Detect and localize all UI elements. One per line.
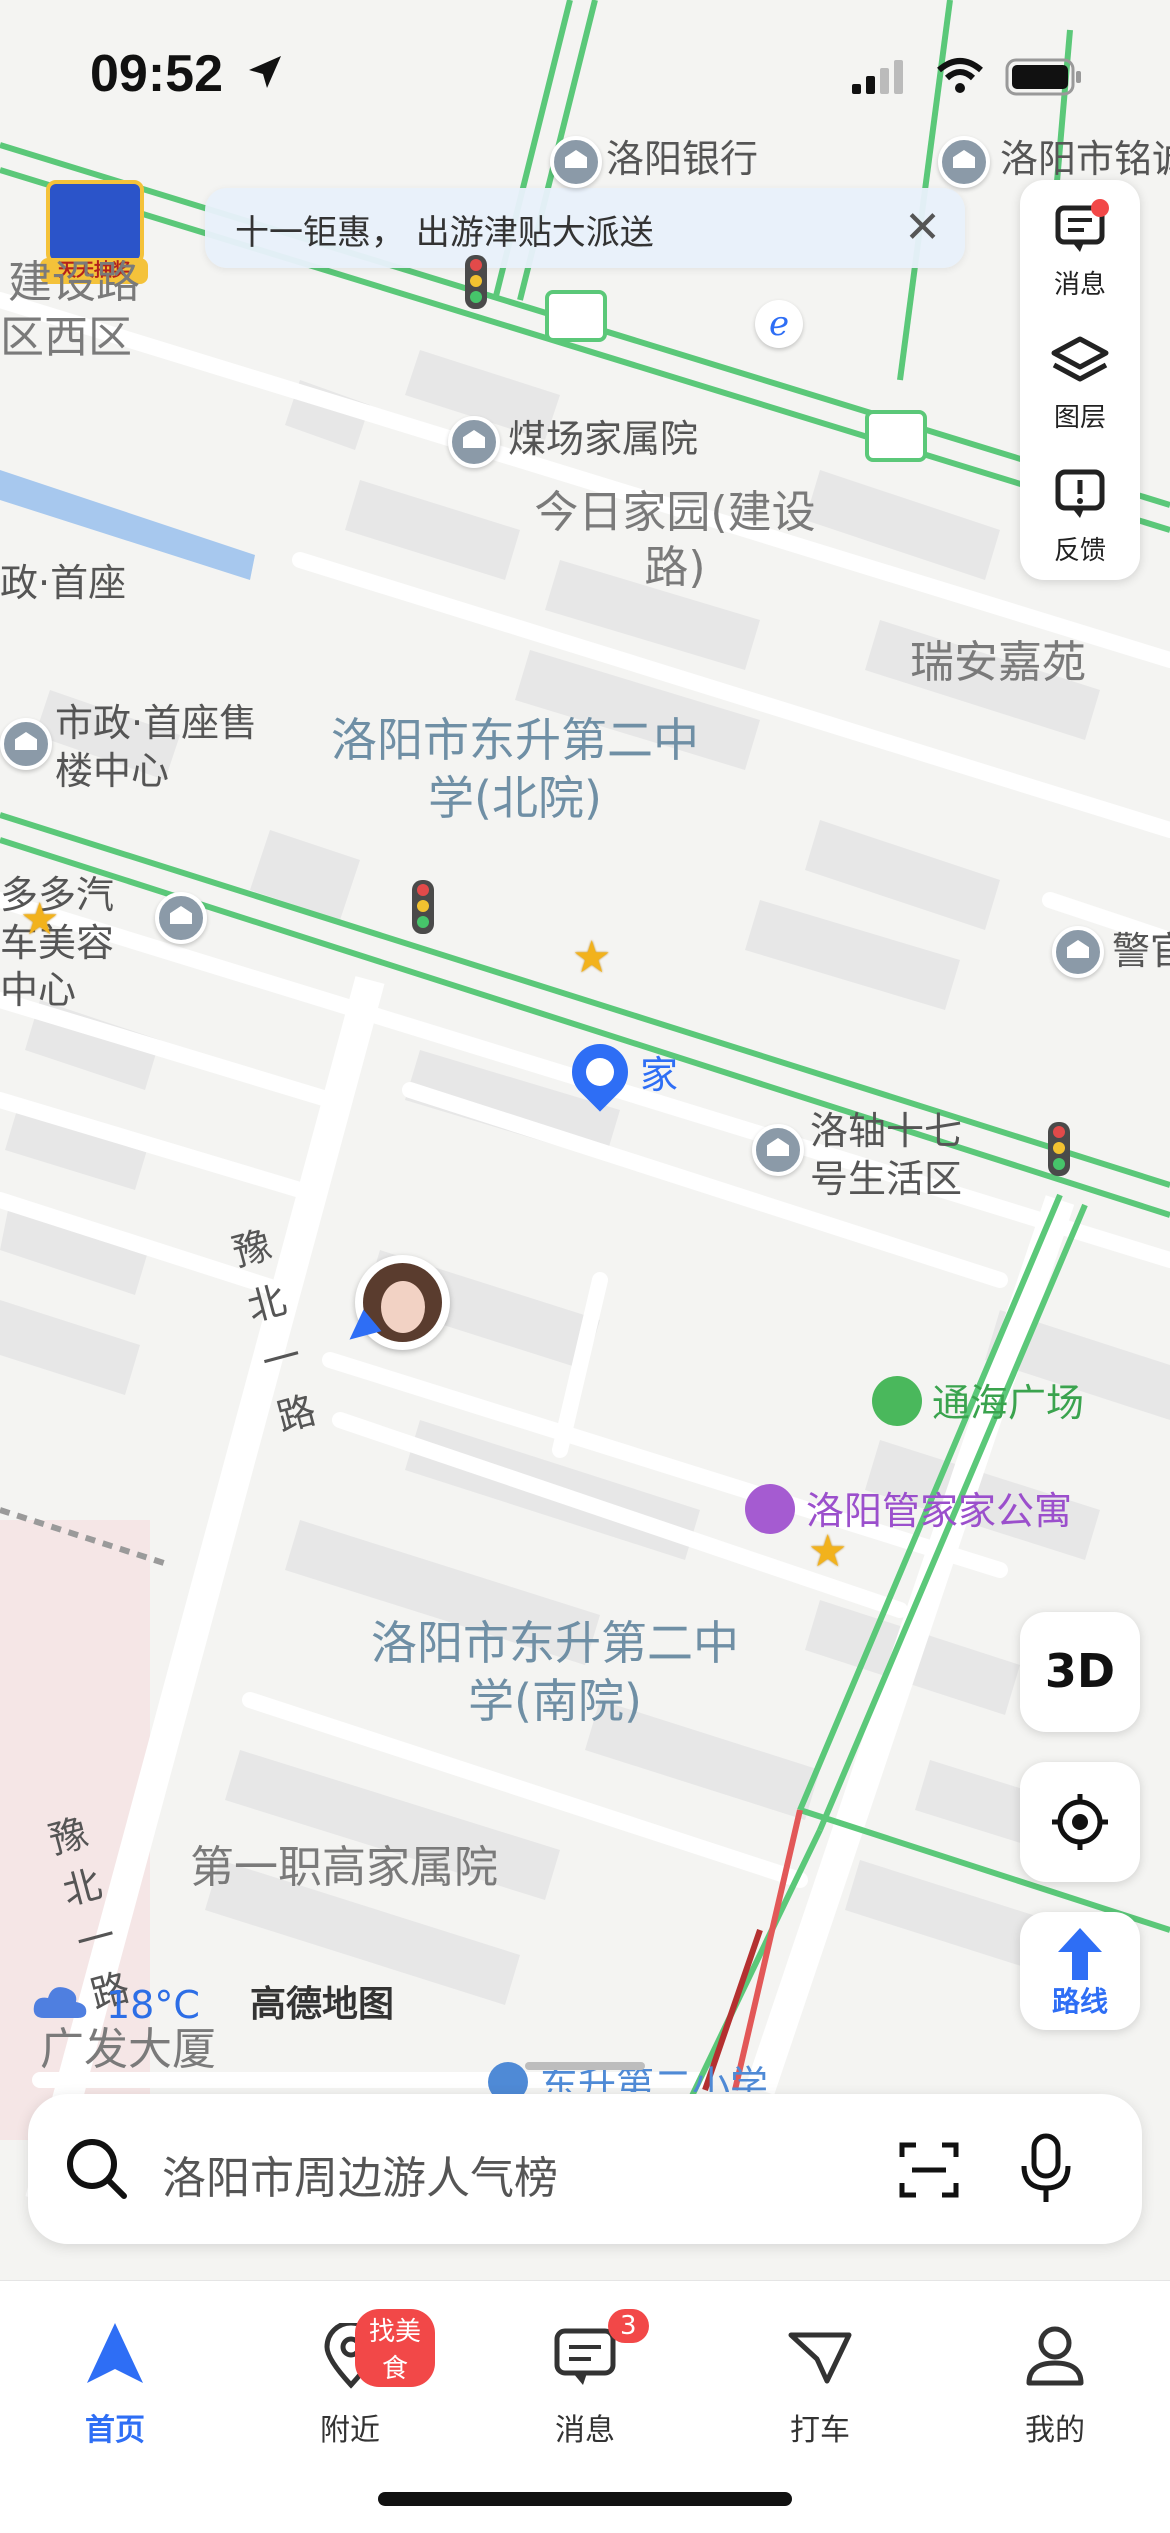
feedback-icon [1055, 469, 1105, 518]
poi-luozhou-17[interactable]: 洛轴十七号生活区 [810, 1108, 980, 1203]
taxi-icon [788, 2332, 852, 2384]
telecom-poi-icon[interactable]: ℯ [755, 300, 803, 348]
wifi-icon [937, 58, 983, 93]
scan-icon[interactable] [898, 2139, 960, 2201]
tab-nearby-label: 附近 [320, 2413, 380, 2448]
residence-poi-icon[interactable] [0, 718, 52, 770]
poi-tonghai[interactable]: 通海广场 [932, 1380, 1084, 1428]
layers-label: 图层 [1053, 403, 1106, 433]
amap-brand: 高德地图 [250, 1984, 395, 2025]
tab-home-label: 首页 [85, 2413, 145, 2448]
messages-label: 消息 [1053, 270, 1106, 300]
messages-button[interactable]: 消息 [1020, 180, 1140, 310]
poi-home[interactable]: 家 [640, 1052, 678, 1100]
area-xiqu: 区西区 [0, 312, 132, 363]
status-bar: 09:52 [0, 0, 1170, 150]
search-input[interactable]: 洛阳市周边游人气榜 [162, 2142, 558, 2206]
promo-banner[interactable]: 十一钜惠， 出游津贴大派送 ✕ [205, 188, 965, 268]
tab-profile[interactable]: 我的 [970, 2301, 1140, 2451]
locate-button[interactable] [1020, 1762, 1140, 1882]
locate-crosshair-icon [1052, 1794, 1108, 1850]
favorite-star-icon[interactable]: ★ [808, 1530, 847, 1574]
area-zhigao: 第一职高家属院 [190, 1842, 498, 1893]
message-icon [554, 2328, 616, 2385]
route-arrow-icon [1058, 1928, 1102, 1980]
bus-stop-icon[interactable] [865, 410, 927, 462]
side-tool-panel: 消息 图层 反馈 [1020, 180, 1140, 580]
messages-badge: 3 [608, 2309, 649, 2343]
traffic-light-icon [465, 255, 487, 309]
layers-icon [1051, 336, 1109, 382]
search-bar[interactable]: 洛阳市周边游人气榜 [28, 2094, 1142, 2244]
poi-jing[interactable]: 警官 [1112, 928, 1170, 976]
battery-icon [1005, 58, 1081, 96]
area-ruian: 瑞安嘉苑 [910, 637, 1086, 688]
3d-button[interactable]: 3D [1020, 1612, 1140, 1732]
cloud-icon [33, 1987, 87, 2018]
home-indicator[interactable] [378, 2492, 792, 2506]
poi-luoyang-bank[interactable]: 洛阳银行 [606, 136, 758, 184]
message-icon [1055, 199, 1109, 252]
favorite-star-icon[interactable]: ★ [572, 936, 611, 980]
hotel-poi-icon[interactable] [745, 1484, 795, 1534]
favorite-star-icon[interactable]: ★ [20, 898, 59, 942]
tab-taxi-label: 打车 [790, 2413, 850, 2448]
navigation-arrow-icon [87, 2323, 143, 2383]
location-arrow-icon [249, 56, 281, 88]
tab-messages-label: 消息 [555, 2413, 615, 2448]
poi-meichang[interactable]: 煤场家属院 [508, 416, 698, 464]
car-poi-icon[interactable] [155, 892, 207, 944]
user-icon [1026, 2326, 1084, 2386]
tab-messages[interactable]: 3 消息 [500, 2301, 670, 2451]
feedback-label: 反馈 [1053, 536, 1106, 566]
area-school-south: 洛阳市东升第二中学(南院) [371, 1616, 739, 1728]
bank-poi-icon[interactable] [550, 136, 602, 188]
area-jinri-home: 今日家园(建设路) [534, 487, 816, 593]
microphone-icon[interactable] [1018, 2132, 1074, 2208]
promo-banner-text: 十一钜惠， 出游津贴大派送 [235, 213, 654, 253]
poi-shouzuo-sales[interactable]: 市政·首座售楼中心 [55, 700, 265, 795]
area-zheng-shouzuo: 政·首座 [0, 561, 127, 605]
feedback-button[interactable]: 反馈 [1020, 446, 1140, 576]
search-icon [67, 2139, 127, 2199]
area-guangfa: 广发大厦 [40, 2024, 216, 2075]
3d-label: 3D [1044, 1644, 1116, 1698]
layers-button[interactable]: 图层 [1020, 313, 1140, 443]
route-button[interactable]: 路线 [1020, 1912, 1140, 2030]
nearby-badge: 找美食 [355, 2309, 435, 2387]
sheet-handle[interactable] [525, 2062, 645, 2070]
residence-poi-icon[interactable] [448, 416, 500, 468]
bus-stop-icon[interactable] [545, 290, 607, 342]
residence-poi-icon[interactable] [752, 1124, 804, 1176]
user-location-avatar[interactable] [340, 1255, 450, 1351]
tab-home[interactable]: 首页 [30, 2301, 200, 2451]
status-time: 09:52 [90, 45, 223, 103]
route-label: 路线 [1051, 1985, 1108, 2018]
car-poi-icon[interactable] [938, 136, 990, 188]
close-icon[interactable]: ✕ [904, 202, 941, 253]
tab-taxi[interactable]: 打车 [735, 2301, 905, 2451]
traffic-light-icon [412, 880, 434, 934]
police-poi-icon[interactable] [1052, 926, 1104, 978]
tab-nearby[interactable]: 找美食 附近 [265, 2301, 435, 2451]
road-jianshe: 建设路 [8, 257, 140, 308]
poi-mingxin[interactable]: 洛阳市铭诚 [1000, 136, 1170, 184]
traffic-light-icon [1048, 1122, 1070, 1176]
cellular-signal-icon [852, 60, 903, 94]
area-school-north: 洛阳市东升第二中学(北院) [331, 713, 699, 825]
park-poi-icon[interactable] [872, 1376, 922, 1426]
lottery-machine-icon [46, 180, 144, 264]
tab-profile-label: 我的 [1025, 2413, 1085, 2448]
